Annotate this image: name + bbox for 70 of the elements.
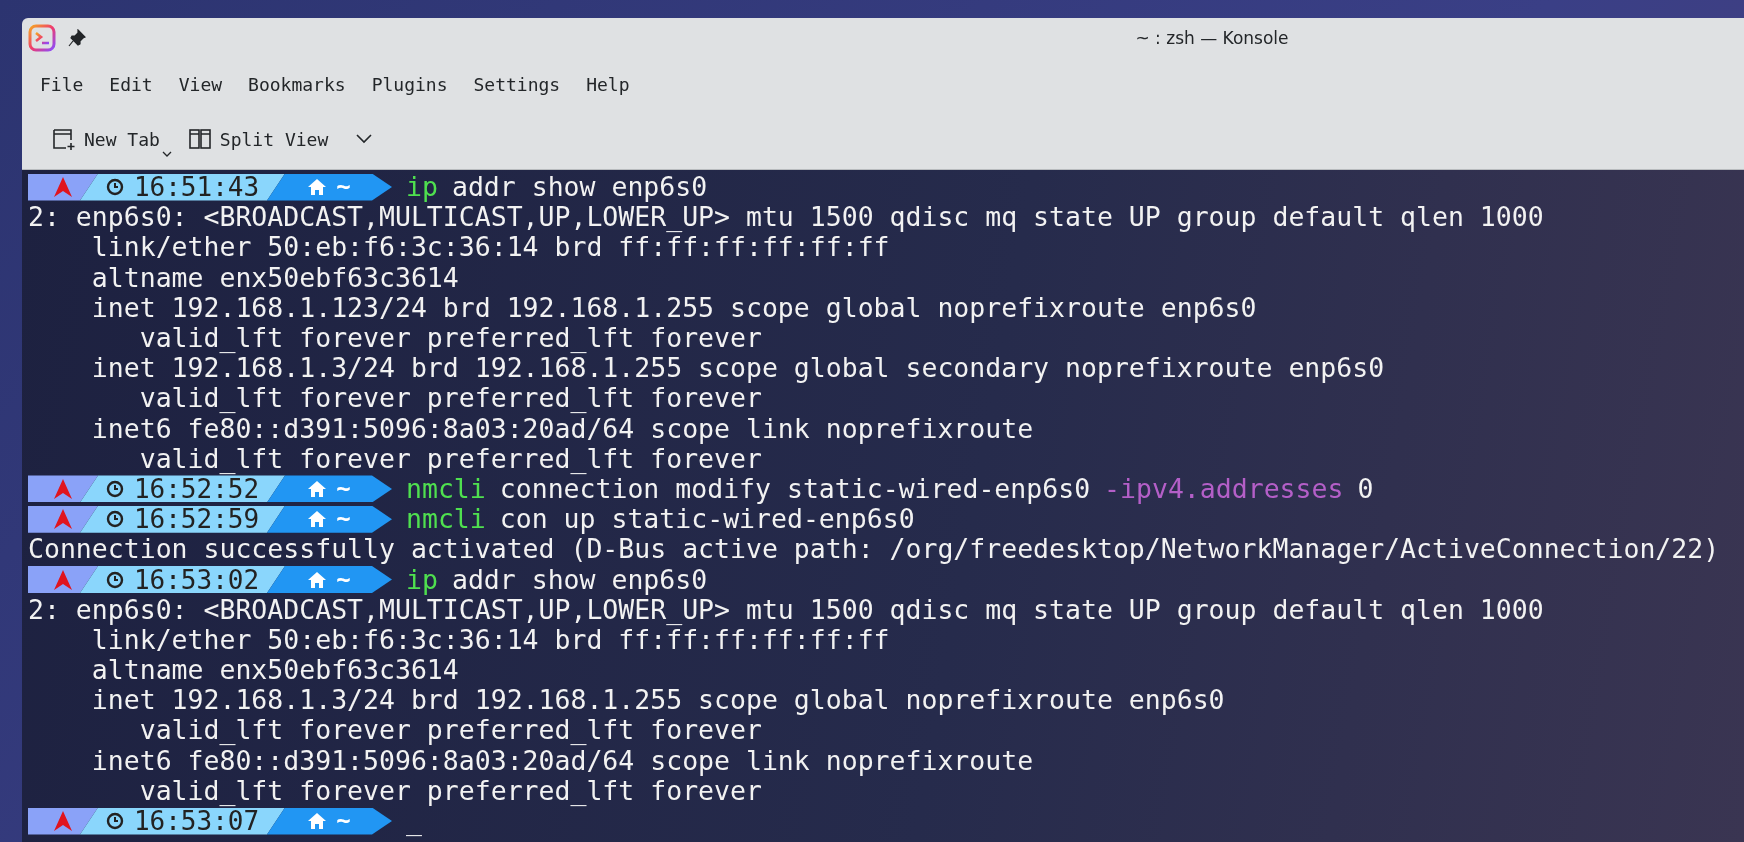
output-line: altname enx50ebf63c3614 bbox=[90, 262, 459, 293]
arch-logo-icon bbox=[54, 811, 72, 832]
prompt-path: ~ bbox=[336, 504, 351, 535]
output-line: 2: enp6s0: <BROADCAST,MULTICAST,UP,LOWER_UP> mtu 1500 qdisc mq state UP group default qlen 1000 bbox=[28, 202, 1544, 233]
window-title: ~ : zsh — Konsole bbox=[1134, 28, 1290, 48]
output-line: inet 192.168.1.123/24 brd 192.168.1.255 scope global noprefixroute enp6s0 bbox=[90, 292, 1257, 323]
output-line: link/ether 50:eb:f6:3c:36:14 brd ff:ff:ff:ff:ff:ff bbox=[91, 232, 890, 263]
prompt-time: 16:53:07 bbox=[133, 806, 260, 837]
clock-icon bbox=[105, 510, 124, 529]
command-name: nmcli bbox=[406, 504, 486, 535]
new-tab-icon bbox=[52, 127, 76, 151]
command-argument: con up static-wired-enp6s0 bbox=[499, 504, 915, 535]
command-name: ip bbox=[406, 564, 438, 595]
output-line: inet6 fe80::d391:5096:8a03:20ad/64 scope link noprefixroute bbox=[90, 413, 1034, 444]
prompt-path: ~ bbox=[336, 564, 351, 595]
home-icon bbox=[308, 179, 327, 196]
command-name: ip bbox=[406, 172, 438, 203]
output-line: 2: enp6s0: <BROADCAST,MULTICAST,UP,LOWER_UP> mtu 1500 qdisc mq state UP group default qlen 1000 bbox=[28, 594, 1544, 625]
home-icon bbox=[308, 480, 327, 497]
command-argument: connection modify static-wired-enp6s0 bbox=[499, 473, 1091, 504]
arch-logo-icon bbox=[54, 177, 72, 198]
command-argument: 0 bbox=[1357, 473, 1374, 504]
output-line: valid_lft forever preferred_lft forever bbox=[138, 323, 762, 354]
arch-logo-icon bbox=[54, 509, 72, 530]
menu-item[interactable]: File bbox=[30, 68, 94, 101]
text-cursor: _ bbox=[406, 806, 422, 837]
output-line: valid_lft forever preferred_lft forever bbox=[138, 715, 762, 746]
split-view-button[interactable]: Split View bbox=[179, 121, 337, 157]
output-line: Connection successfully activated (D-Bus active path: /org/freedesktop/NetworkManager/ActiveConnection/22) bbox=[28, 534, 1720, 565]
clock-icon bbox=[105, 479, 124, 498]
clock-icon bbox=[105, 570, 124, 589]
prompt-path: ~ bbox=[336, 172, 351, 203]
clock-icon bbox=[105, 178, 124, 197]
home-icon bbox=[308, 511, 327, 528]
terminal-app-icon[interactable] bbox=[28, 24, 56, 52]
home-icon bbox=[308, 813, 327, 830]
command-name: nmcli bbox=[406, 473, 486, 504]
menu-item[interactable]: Edit bbox=[99, 68, 163, 101]
output-line: valid_lft forever preferred_lft forever bbox=[138, 443, 762, 474]
output-line: valid_lft forever preferred_lft forever bbox=[138, 775, 762, 806]
chevron-down-icon bbox=[356, 134, 373, 144]
output-line: inet 192.168.1.3/24 brd 192.168.1.255 scope global secondary noprefixroute enp6s0 bbox=[90, 353, 1385, 384]
menu-item[interactable]: Plugins bbox=[361, 68, 458, 101]
prompt-time: 16:51:43 bbox=[133, 172, 260, 203]
command-argument: addr show enp6s0 bbox=[451, 172, 708, 203]
menu-item[interactable]: Bookmarks bbox=[238, 68, 356, 101]
new-tab-button[interactable]: New Tab bbox=[44, 121, 168, 157]
menu-item[interactable]: Help bbox=[576, 68, 640, 101]
caret-icon bbox=[161, 151, 172, 157]
menu-item[interactable]: Settings bbox=[463, 68, 571, 101]
menu-item[interactable]: View bbox=[168, 68, 233, 101]
command-argument: addr show enp6s0 bbox=[451, 564, 708, 595]
terminal-area[interactable] bbox=[22, 170, 1744, 842]
arch-logo-icon bbox=[54, 478, 72, 499]
prompt-time: 16:52:59 bbox=[133, 504, 260, 535]
home-icon bbox=[308, 571, 327, 588]
split-view-icon bbox=[187, 127, 212, 151]
output-line: inet6 fe80::d391:5096:8a03:20ad/64 scope link noprefixroute bbox=[90, 745, 1034, 776]
output-line: altname enx50ebf63c3614 bbox=[90, 655, 459, 686]
output-line: link/ether 50:eb:f6:3c:36:14 brd ff:ff:ff:ff:ff:ff bbox=[91, 624, 890, 655]
prompt-time: 16:52:52 bbox=[133, 473, 260, 504]
prompt-path: ~ bbox=[336, 473, 351, 504]
output-line: inet 192.168.1.3/24 brd 192.168.1.255 scope global noprefixroute enp6s0 bbox=[90, 685, 1225, 716]
clock-icon bbox=[105, 812, 124, 831]
arch-logo-icon bbox=[54, 569, 72, 590]
pin-icon[interactable] bbox=[68, 29, 86, 47]
prompt-time: 16:53:02 bbox=[133, 564, 260, 595]
output-line: valid_lft forever preferred_lft forever bbox=[138, 383, 762, 414]
command-option: -ipv4.addresses bbox=[1104, 473, 1344, 504]
prompt-path: ~ bbox=[336, 806, 351, 837]
